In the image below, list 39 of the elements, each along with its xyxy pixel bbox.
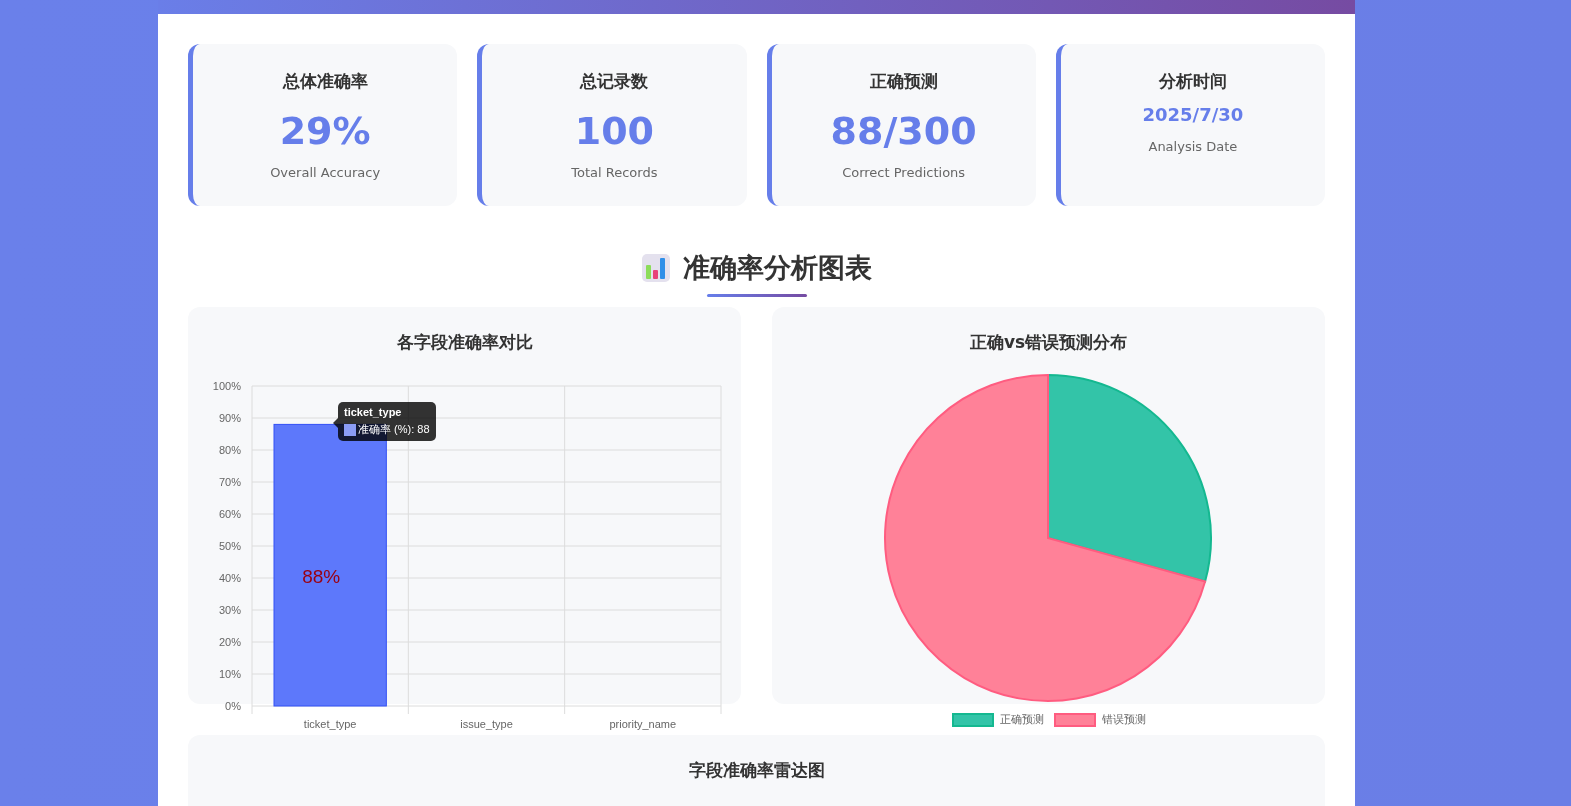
axis-tick-label: 60% bbox=[218, 508, 241, 520]
stat-title: 总体准确率 bbox=[282, 70, 368, 93]
stat-subtitle: Total Records bbox=[571, 165, 658, 180]
axis-tick-label: 70% bbox=[218, 476, 241, 488]
legend-label: 错误预测 bbox=[1101, 712, 1146, 727]
tooltip-title: ticket_type bbox=[344, 406, 403, 418]
bar-chart-icon bbox=[641, 253, 671, 283]
legend-label: 正确预测 bbox=[999, 712, 1044, 727]
axis-tick-label: 0% bbox=[225, 700, 241, 712]
stat-subtitle: Overall Accuracy bbox=[270, 165, 381, 180]
stat-subtitle: Analysis Date bbox=[1148, 139, 1238, 154]
tooltip-label: 准确率 (%): 88 bbox=[358, 422, 430, 437]
axis-tick-label: 90% bbox=[218, 412, 241, 424]
stat-value: 2025/7/30 bbox=[1142, 103, 1244, 127]
axis-tick-label: 80% bbox=[218, 444, 241, 456]
data-label: 88% bbox=[302, 566, 341, 587]
stat-title: 分析时间 bbox=[1158, 70, 1227, 93]
axis-tick-label: 30% bbox=[218, 604, 241, 616]
axis-tick-label: 100% bbox=[212, 380, 241, 392]
stat-title: 正确预测 bbox=[869, 70, 938, 93]
chart-title: 字段准确率雷达图 bbox=[688, 759, 825, 782]
axis-tick-label: 50% bbox=[218, 540, 241, 552]
axis-category-label: ticket_type bbox=[303, 718, 357, 730]
stat-value: 100 bbox=[574, 109, 655, 153]
legend-swatch bbox=[1053, 712, 1096, 727]
stat-subtitle: Correct Predictions bbox=[842, 165, 966, 180]
axis-category-label: issue_type bbox=[460, 718, 513, 730]
section-title: 准确率分析图表 bbox=[683, 251, 872, 285]
stat-title: 总记录数 bbox=[580, 70, 649, 93]
chart-title: 各字段准确率对比 bbox=[396, 331, 533, 354]
stat-value: 88/300 bbox=[830, 109, 977, 153]
legend-swatch bbox=[344, 423, 356, 436]
legend-swatch bbox=[951, 712, 994, 727]
axis-category-label: priority_name bbox=[609, 718, 677, 730]
stat-value: 29% bbox=[279, 109, 371, 153]
axis-tick-label: 10% bbox=[218, 668, 241, 680]
axis-tick-label: 20% bbox=[218, 636, 241, 648]
axis-tick-label: 40% bbox=[218, 572, 241, 584]
chart-title: 正确vs错误预测分布 bbox=[969, 331, 1128, 354]
